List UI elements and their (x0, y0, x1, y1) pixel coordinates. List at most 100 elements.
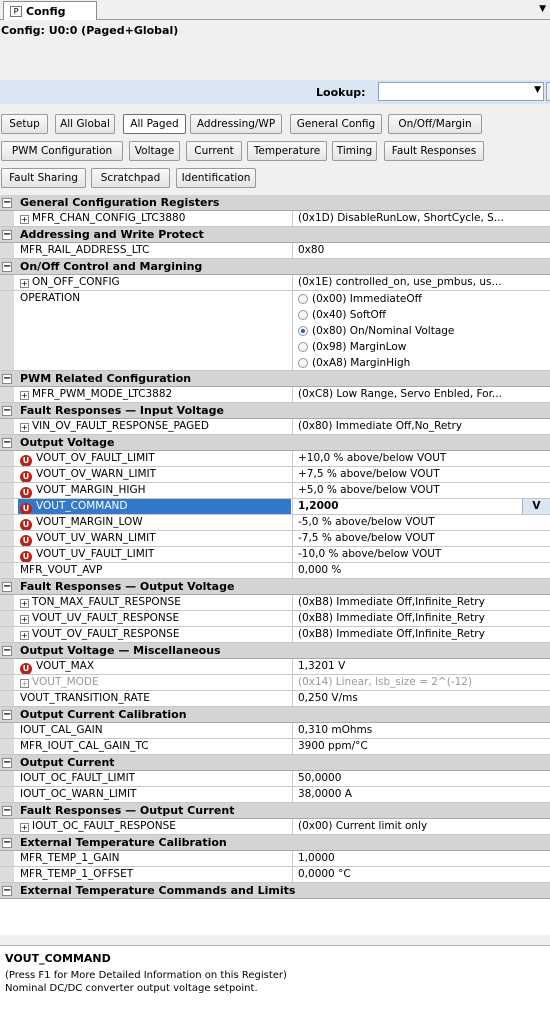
register-row-ton-max-fault-response[interactable]: + TON_MAX_FAULT_RESPONSE (0xB8) Immediate … (0, 595, 550, 611)
expand-icon[interactable]: + (20, 599, 29, 608)
register-row-iout-oc-fault-limit[interactable]: IOUT_OC_FAULT_LIMIT 50,0000 (0, 771, 550, 787)
register-row-vout-margin-low[interactable]: U VOUT_MARGIN_LOW -5,0 % above/below VOUT (0, 515, 550, 531)
filter-button-on-off-margin[interactable]: On/Off/Margin (388, 114, 482, 134)
filter-button-scratchpad[interactable]: Scratchpad (91, 168, 170, 188)
filter-button-all-paged[interactable]: All Paged (123, 114, 186, 134)
expand-icon[interactable]: + (20, 615, 29, 624)
register-value[interactable]: 0,000 % (292, 563, 550, 578)
register-value[interactable]: 38,0000 A (292, 787, 550, 802)
register-row-vout-ov-fault-response[interactable]: + VOUT_OV_FAULT_RESPONSE (0xB8) Immediate … (0, 627, 550, 643)
register-value[interactable]: -7,5 % above/below VOUT (292, 531, 550, 546)
register-row-vout-ov-fault-limit[interactable]: U VOUT_OV_FAULT_LIMIT +10,0 % above/below … (0, 451, 550, 467)
collapse-icon[interactable]: − (2, 198, 12, 208)
operation-option[interactable]: (0x80) On/Nominal Voltage (298, 323, 550, 339)
radio-icon[interactable] (298, 326, 308, 336)
filter-button-fault-responses[interactable]: Fault Responses (384, 141, 484, 161)
register-row-mfr-temp-1-offset[interactable]: MFR_TEMP_1_OFFSET 0,0000 °C (0, 867, 550, 883)
filter-button-current[interactable]: Current (186, 141, 242, 161)
register-value[interactable]: 1,0000 (292, 851, 550, 866)
register-row-mfr-chan-config-ltc3880[interactable]: + MFR_CHAN_CONFIG_LTC3880 (0x1D) DisableRu… (0, 211, 550, 227)
register-value[interactable]: (0x14) Linear, lsb_size = 2^(-12) (292, 675, 550, 690)
register-row-vout-transition-rate[interactable]: VOUT_TRANSITION_RATE 0,250 V/ms (0, 691, 550, 707)
register-value[interactable]: (0x1E) controlled_on, use_pmbus, us... (292, 275, 550, 290)
register-value[interactable]: (0x00) Current limit only (292, 819, 550, 834)
register-value[interactable]: 0,250 V/ms (292, 691, 550, 706)
register-value[interactable]: (0xC8) Low Range, Servo Enbled, For... (292, 387, 550, 402)
collapse-icon[interactable]: − (2, 438, 12, 448)
register-row-vout-uv-fault-limit[interactable]: U VOUT_UV_FAULT_LIMIT -10,0 % above/below … (0, 547, 550, 563)
category-fault-responses-input-voltage[interactable]: − Fault Responses — Input Voltage (0, 403, 550, 419)
register-row-mfr-temp-1-gain[interactable]: MFR_TEMP_1_GAIN 1,0000 (0, 851, 550, 867)
filter-button-fault-sharing[interactable]: Fault Sharing (1, 168, 86, 188)
register-row-vout-margin-high[interactable]: U VOUT_MARGIN_HIGH +5,0 % above/below VOUT (0, 483, 550, 499)
expand-icon[interactable]: + (20, 823, 29, 832)
register-row-iout-oc-fault-response[interactable]: + IOUT_OC_FAULT_RESPONSE (0x00) Current li… (0, 819, 550, 835)
collapse-icon[interactable]: − (2, 230, 12, 240)
filter-button-temperature[interactable]: Temperature (247, 141, 327, 161)
register-value[interactable]: +5,0 % above/below VOUT (292, 483, 550, 498)
register-value[interactable]: -5,0 % above/below VOUT (292, 515, 550, 530)
category-on-off-control-and-margining[interactable]: − On/Off Control and Margining (0, 259, 550, 275)
register-value[interactable]: 0,310 mOhms (292, 723, 550, 738)
register-value[interactable]: 0x80 (292, 243, 550, 258)
filter-button-general-config[interactable]: General Config (290, 114, 382, 134)
register-row-iout-cal-gain[interactable]: IOUT_CAL_GAIN 0,310 mOhms (0, 723, 550, 739)
register-value[interactable]: 50,0000 (292, 771, 550, 786)
category-external-temperature-commands-and-limits[interactable]: − External Temperature Commands and Limit… (0, 883, 550, 899)
lookup-button[interactable] (546, 82, 550, 101)
register-row-mfr-pwm-mode-ltc3882[interactable]: + MFR_PWM_MODE_LTC3882 (0xC8) Low Range, S… (0, 387, 550, 403)
register-value[interactable]: +7,5 % above/below VOUT (292, 467, 550, 482)
tab-config[interactable]: P Config (3, 1, 97, 20)
collapse-icon[interactable]: − (2, 886, 12, 896)
filter-button-setup[interactable]: Setup (1, 114, 48, 134)
operation-option[interactable]: (0x98) MarginLow (298, 339, 550, 355)
radio-icon[interactable] (298, 294, 308, 304)
category-general-configuration-registers[interactable]: − General Configuration Registers (0, 195, 550, 211)
register-row-mfr-vout-avp[interactable]: MFR_VOUT_AVP 0,000 % (0, 563, 550, 579)
register-row-vout-max[interactable]: U VOUT_MAX 1,3201 V (0, 659, 550, 675)
category-external-temperature-calibration[interactable]: − External Temperature Calibration (0, 835, 550, 851)
lookup-input[interactable]: ▼ (378, 82, 544, 101)
register-value[interactable]: -10,0 % above/below VOUT (292, 547, 550, 562)
register-row-mfr-iout-cal-gain-tc[interactable]: MFR_IOUT_CAL_GAIN_TC 3900 ppm/°C (0, 739, 550, 755)
register-value[interactable]: 3900 ppm/°C (292, 739, 550, 754)
chevron-down-icon[interactable]: ▼ (539, 4, 546, 14)
expand-icon[interactable]: + (20, 631, 29, 640)
category-fault-responses-output-current[interactable]: − Fault Responses — Output Current (0, 803, 550, 819)
register-value[interactable]: (0x00) ImmediateOff (0x40) SoftOff (0x80) … (292, 291, 550, 370)
collapse-icon[interactable]: − (2, 646, 12, 656)
category-output-voltage[interactable]: − Output Voltage (0, 435, 550, 451)
expand-icon[interactable]: + (20, 423, 29, 432)
radio-icon[interactable] (298, 342, 308, 352)
filter-button-timing[interactable]: Timing (332, 141, 377, 161)
filter-button-addressing-wp[interactable]: Addressing/WP (190, 114, 282, 134)
register-value[interactable]: (0xB8) Immediate Off,Infinite_Retry (292, 611, 550, 626)
category-output-voltage-miscellaneous[interactable]: − Output Voltage — Miscellaneous (0, 643, 550, 659)
collapse-icon[interactable]: − (2, 262, 12, 272)
category-addressing-and-write-protect[interactable]: − Addressing and Write Protect (0, 227, 550, 243)
filter-button-voltage[interactable]: Voltage (129, 141, 180, 161)
register-value[interactable]: +10,0 % above/below VOUT (292, 451, 550, 466)
radio-icon[interactable] (298, 358, 308, 368)
category-fault-responses-output-voltage[interactable]: − Fault Responses — Output Voltage (0, 579, 550, 595)
collapse-icon[interactable]: − (2, 710, 12, 720)
operation-option[interactable]: (0x40) SoftOff (298, 307, 550, 323)
register-row-operation[interactable]: OPERATION (0x00) ImmediateOff (0x40) SoftO… (0, 291, 550, 371)
category-output-current[interactable]: − Output Current (0, 755, 550, 771)
register-row-vout-uv-fault-response[interactable]: + VOUT_UV_FAULT_RESPONSE (0xB8) Immediate … (0, 611, 550, 627)
collapse-icon[interactable]: − (2, 582, 12, 592)
register-value[interactable]: (0x80) Immediate Off,No_Retry (292, 419, 550, 434)
register-value[interactable]: 1,3201 V (292, 659, 550, 674)
chevron-down-icon[interactable]: ▼ (534, 85, 541, 95)
expand-icon[interactable]: + (20, 279, 29, 288)
category-output-current-calibration[interactable]: − Output Current Calibration (0, 707, 550, 723)
collapse-icon[interactable]: − (2, 374, 12, 384)
collapse-icon[interactable]: − (2, 406, 12, 416)
register-row-vout-mode[interactable]: + VOUT_MODE (0x14) Linear, lsb_size = 2^(-… (0, 675, 550, 691)
register-row-on-off-config[interactable]: + ON_OFF_CONFIG (0x1E) controlled_on, use_… (0, 275, 550, 291)
radio-icon[interactable] (298, 310, 308, 320)
unit-dropdown-button[interactable]: V (522, 499, 550, 514)
register-row-vout-ov-warn-limit[interactable]: U VOUT_OV_WARN_LIMIT +7,5 % above/below VO… (0, 467, 550, 483)
collapse-icon[interactable]: − (2, 838, 12, 848)
register-row-mfr-rail-address-ltc[interactable]: MFR_RAIL_ADDRESS_LTC 0x80 (0, 243, 550, 259)
